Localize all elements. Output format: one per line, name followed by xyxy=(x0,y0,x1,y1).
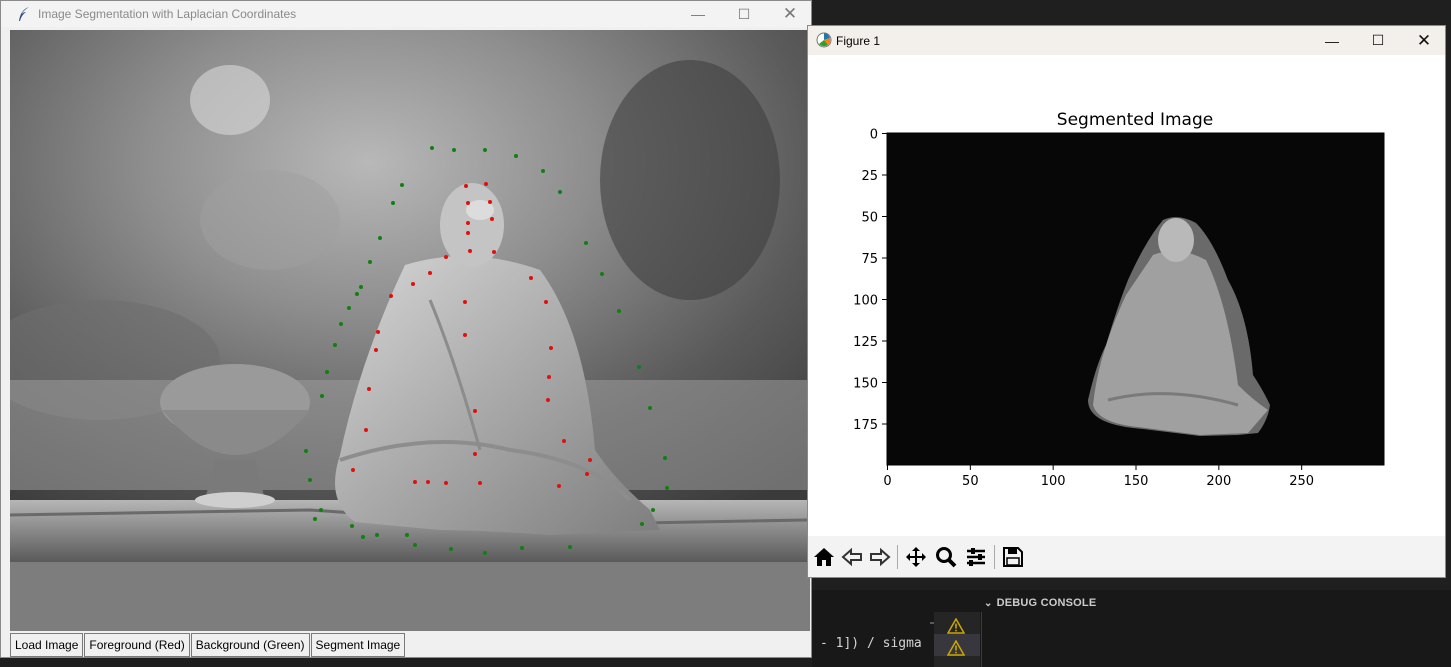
photo-monk[interactable] xyxy=(10,30,807,562)
y-tick-label: 175 xyxy=(853,418,878,433)
y-tick-label: 150 xyxy=(853,377,878,392)
figure-toolbar xyxy=(808,536,1445,577)
y-tick-label: 25 xyxy=(861,169,878,184)
y-tick-label: 0 xyxy=(870,128,878,143)
x-tick-label: 50 xyxy=(962,474,979,489)
configure-subplots-icon[interactable] xyxy=(964,546,988,568)
image-canvas[interactable] xyxy=(10,30,810,631)
title-bar: Image Segmentation with Laplacian Coordi… xyxy=(1,1,811,27)
minimize-button[interactable]: — xyxy=(1309,26,1355,55)
maximize-button[interactable]: ☐ xyxy=(721,1,767,27)
figure-title-bar: Figure 1 — ☐ ✕ xyxy=(808,26,1445,55)
segment-image-button[interactable]: Segment Image xyxy=(310,633,406,657)
segmented-head xyxy=(1158,218,1194,262)
y-axis: 0 25 50 75 100 125 150 175 xyxy=(853,128,887,433)
bottom-panel: ⌄ DEBUG CONSOLE - 1]) / sigma xyxy=(812,590,1451,667)
close-button[interactable]: ✕ xyxy=(767,1,813,27)
save-icon[interactable] xyxy=(1001,546,1025,568)
forward-icon[interactable] xyxy=(868,546,892,568)
warning-icon[interactable] xyxy=(947,640,965,656)
x-tick-label: 0 xyxy=(883,474,891,489)
figure-window: Figure 1 — ☐ ✕ Segmented Image 0 50 100 150… xyxy=(807,25,1446,578)
x-axis: 0 50 100 150 200 250 xyxy=(883,465,1314,489)
code-text: - 1]) / sigma xyxy=(820,636,922,651)
debug-console-label: DEBUG CONSOLE xyxy=(996,597,1097,609)
home-icon[interactable] xyxy=(812,546,836,568)
warning-icon[interactable] xyxy=(947,618,965,634)
y-tick-label: 125 xyxy=(853,335,878,350)
window-title: Image Segmentation with Laplacian Coordi… xyxy=(38,7,297,21)
segmentation-window: Image Segmentation with Laplacian Coordi… xyxy=(0,0,812,658)
minimize-button[interactable]: — xyxy=(675,1,721,27)
figure-title: Figure 1 xyxy=(836,34,881,48)
panel-divider xyxy=(981,612,982,667)
load-image-button[interactable]: Load Image xyxy=(10,633,84,657)
button-row: Load Image Foreground (Red) Background (… xyxy=(10,633,406,658)
y-tick-label: 50 xyxy=(861,211,878,226)
x-tick-label: 250 xyxy=(1289,474,1314,489)
matplotlib-icon xyxy=(816,32,832,48)
back-icon[interactable] xyxy=(840,546,864,568)
x-tick-label: 150 xyxy=(1124,474,1149,489)
chevron-down-icon: ⌄ xyxy=(984,598,993,609)
zoom-icon[interactable] xyxy=(934,546,958,568)
segmented-plot[interactable]: Segmented Image 0 50 100 150 200 250 0 25 50 75 1… xyxy=(808,55,1445,536)
feather-icon xyxy=(19,7,29,21)
background-button[interactable]: Background (Green) xyxy=(190,633,310,657)
debug-console-tab[interactable]: ⌄ DEBUG CONSOLE xyxy=(984,597,1096,609)
close-button[interactable]: ✕ xyxy=(1401,26,1447,55)
toolbar-separator xyxy=(994,545,995,569)
chart-title: Segmented Image xyxy=(1057,110,1213,130)
y-tick-label: 100 xyxy=(853,294,878,309)
pan-icon[interactable] xyxy=(904,546,928,568)
y-tick-label: 75 xyxy=(861,252,878,267)
maximize-button[interactable]: ☐ xyxy=(1355,26,1401,55)
x-tick-label: 100 xyxy=(1041,474,1066,489)
x-tick-label: 200 xyxy=(1206,474,1231,489)
foreground-button[interactable]: Foreground (Red) xyxy=(84,633,190,657)
toolbar-separator xyxy=(897,545,898,569)
